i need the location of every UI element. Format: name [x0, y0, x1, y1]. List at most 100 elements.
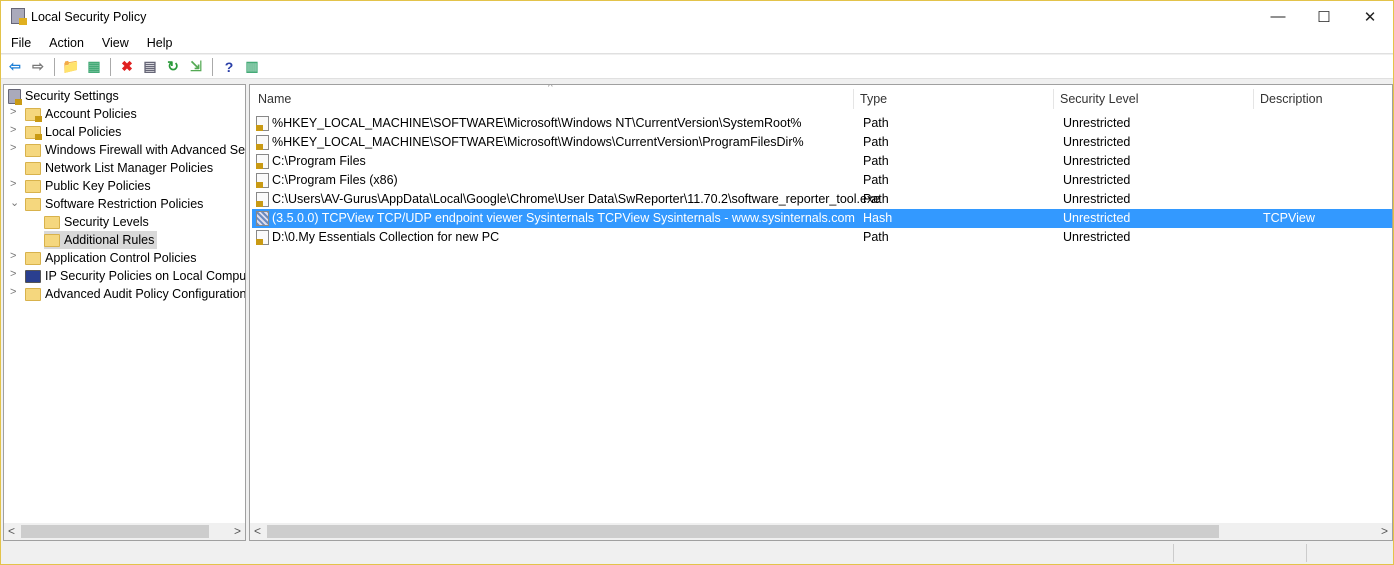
name-cell: C:\Program Files (x86): [272, 173, 398, 187]
chevron-right-icon[interactable]: >: [10, 286, 20, 298]
folder-icon: [25, 143, 41, 157]
minimize-button[interactable]: —: [1255, 1, 1301, 32]
toolbar-separator: [54, 57, 55, 76]
table-row[interactable]: %HKEY_LOCAL_MACHINE\SOFTWARE\Microsoft\W…: [252, 133, 1392, 152]
back-arrow-button[interactable]: ⇦: [5, 57, 25, 77]
type-cell: Path: [863, 135, 889, 149]
title-bar: Local Security Policy — ☐ ✕: [1, 1, 1393, 32]
chevron-right-icon[interactable]: >: [10, 106, 20, 118]
tree-item[interactable]: Public Key Policies: [25, 177, 151, 195]
tree-item[interactable]: Security Levels: [44, 213, 149, 231]
action-pane-icon: ▥: [245, 58, 259, 74]
export-list-icon: ⇲: [190, 58, 202, 74]
tree-item-label: Security Settings: [25, 89, 119, 103]
chevron-right-icon[interactable]: >: [10, 124, 20, 136]
close-button[interactable]: ✕: [1347, 1, 1393, 32]
console-tree: < > Security Settings > Account Policies > L…: [3, 84, 246, 541]
toolbar-separator: [212, 57, 213, 76]
scroll-thumb[interactable]: [21, 525, 209, 538]
tree-item[interactable]: Local Policies: [25, 123, 121, 141]
path-rule-icon: [256, 154, 269, 169]
menu-view[interactable]: View: [92, 36, 137, 50]
rules-list: ^ < > Name Type Security Level Description%…: [249, 84, 1393, 541]
folder-icon: [44, 233, 60, 247]
tree-horizontal-scrollbar[interactable]: < >: [4, 523, 245, 540]
folder-icon: [44, 215, 60, 229]
tree-item-label: Software Restriction Policies: [45, 197, 204, 211]
path-rule-icon: [256, 230, 269, 245]
hash-rule-icon: [256, 211, 269, 226]
up-folder-button[interactable]: 📁: [61, 57, 81, 77]
action-pane-button[interactable]: ▥: [242, 57, 262, 77]
forward-arrow-button[interactable]: ⇨: [28, 57, 48, 77]
tree-item[interactable]: Network List Manager Policies: [25, 159, 213, 177]
folder-icon: [25, 125, 42, 140]
table-row[interactable]: (3.5.0.0) TCPView TCP/UDP endpoint viewe…: [252, 209, 1392, 228]
type-cell: Path: [863, 192, 889, 206]
tree-item-label: Additional Rules: [64, 233, 155, 247]
name-cell: %HKEY_LOCAL_MACHINE\SOFTWARE\Microsoft\W…: [272, 116, 802, 130]
help-icon: ?: [224, 58, 234, 75]
security-level-cell: Unrestricted: [1063, 192, 1131, 206]
scroll-left-icon[interactable]: <: [254, 524, 261, 538]
tree-item-label: Network List Manager Policies: [45, 161, 214, 175]
tree-item-label: Advanced Audit Policy Configuration: [45, 287, 246, 301]
help-button[interactable]: ?: [219, 57, 239, 77]
tree-item[interactable]: Windows Firewall with Advanced Security: [25, 141, 245, 159]
maximize-button[interactable]: ☐: [1301, 1, 1347, 32]
export-list-button[interactable]: ⇲: [186, 57, 206, 77]
toolbar: ⇦ ⇨ 📁 ▦ ✖ ▤ ↻ ⇲? ▥: [1, 55, 1393, 79]
folder-icon: [25, 161, 41, 175]
menu-action[interactable]: Action: [39, 36, 92, 50]
properties-button[interactable]: ▤: [140, 57, 160, 77]
security-policy-icon: [11, 8, 27, 25]
tree-item[interactable]: IP Security Policies on Local Computer: [25, 267, 246, 285]
scroll-thumb[interactable]: [267, 525, 1219, 538]
tree-item[interactable]: Software Restriction Policies: [25, 195, 203, 213]
refresh-button[interactable]: ↻: [163, 57, 183, 77]
table-row[interactable]: C:\Program Files Path Unrestricted: [252, 152, 1392, 171]
menu-file[interactable]: File: [1, 36, 39, 50]
security-icon: [8, 88, 22, 105]
delete-button[interactable]: ✖: [117, 57, 137, 77]
tree-item[interactable]: Advanced Audit Policy Configuration: [25, 285, 246, 303]
folder-icon: [25, 287, 41, 301]
name-cell: (3.5.0.0) TCPView TCP/UDP endpoint viewe…: [272, 211, 855, 225]
security-level-cell: Unrestricted: [1063, 116, 1131, 130]
scroll-right-icon[interactable]: >: [234, 524, 241, 538]
folder-icon: [25, 197, 41, 211]
scroll-left-icon[interactable]: <: [8, 524, 15, 538]
tree-item[interactable]: Additional Rules: [44, 231, 158, 249]
path-rule-icon: [256, 135, 269, 150]
folder-icon: [25, 107, 42, 122]
tree-item-label: Local Policies: [45, 125, 122, 139]
menu-help[interactable]: Help: [137, 36, 181, 50]
table-row[interactable]: C:\Program Files (x86) Path Unrestricted: [252, 171, 1392, 190]
tree-item-label: Application Control Policies: [45, 251, 197, 265]
table-row[interactable]: D:\0.My Essentials Collection for new PC…: [252, 228, 1392, 247]
window-title: Local Security Policy: [31, 9, 147, 24]
column-header-name[interactable]: Name: [252, 89, 854, 109]
column-header-type[interactable]: Type: [854, 89, 1054, 109]
chevron-down-icon[interactable]: ⌄: [10, 196, 20, 209]
scroll-right-icon[interactable]: >: [1381, 524, 1388, 538]
tree-item[interactable]: Account Policies: [25, 105, 137, 123]
tree-item[interactable]: Security Settings: [8, 87, 119, 105]
table-row[interactable]: %HKEY_LOCAL_MACHINE\SOFTWARE\Microsoft\W…: [252, 114, 1392, 133]
path-rule-icon: [256, 173, 269, 188]
column-header-description[interactable]: Description: [1254, 89, 1392, 109]
tree-item-label: IP Security Policies on Local Computer: [45, 269, 246, 283]
list-horizontal-scrollbar[interactable]: < >: [250, 523, 1392, 540]
properties-icon: ▤: [143, 58, 157, 74]
tree-item-label: Public Key Policies: [45, 179, 151, 193]
chevron-right-icon[interactable]: >: [10, 178, 20, 190]
chevron-right-icon[interactable]: >: [10, 142, 20, 154]
chevron-right-icon[interactable]: >: [10, 268, 20, 280]
tree-item[interactable]: Application Control Policies: [25, 249, 196, 267]
table-row[interactable]: C:\Users\AV-Gurus\AppData\Local\Google\C…: [252, 190, 1392, 209]
show-hide-tree-icon: ▦: [87, 58, 101, 74]
chevron-right-icon[interactable]: >: [10, 250, 20, 262]
show-hide-tree-button[interactable]: ▦: [84, 57, 104, 77]
tree-item-label: Security Levels: [64, 215, 149, 229]
column-header-security-level[interactable]: Security Level: [1054, 89, 1254, 109]
